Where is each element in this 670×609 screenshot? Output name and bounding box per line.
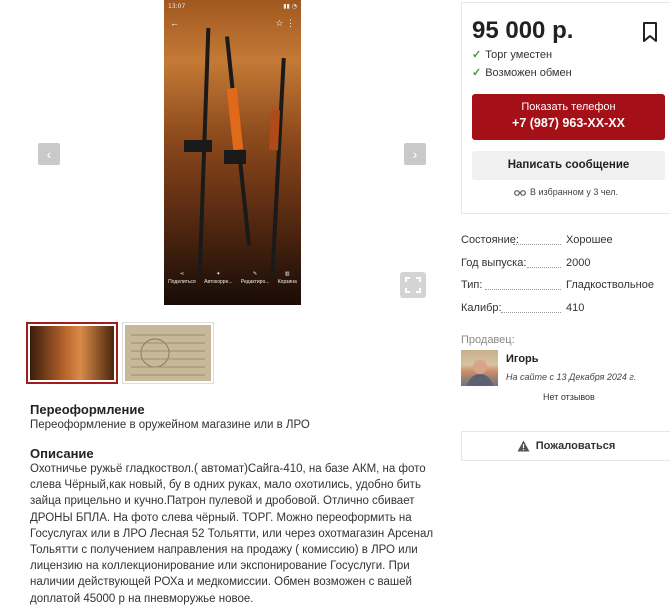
reregistration-title: Переоформление xyxy=(30,402,145,417)
perk-label: Возможен обмен xyxy=(485,66,572,79)
phone-status-bar: 13:07 ▮▮ ◔ xyxy=(168,3,297,13)
description-text: Охотничье ружьё гладкоствол.( автомат)Са… xyxy=(30,461,440,607)
param-dots xyxy=(485,289,561,290)
main-photo[interactable]: 13:07 ▮▮ ◔ ← ☆ ⋮ ⋖ Поделиться ✦ Автокорре.… xyxy=(164,0,301,305)
description-line: слева Чёрный,как новый, бу в одних руках… xyxy=(30,479,421,492)
next-photo-button[interactable]: › xyxy=(404,143,426,165)
show-phone-button[interactable]: Показать телефон +7 (987) 963-XX-XX xyxy=(472,94,665,140)
phone-number: +7 (987) 963-XX-XX xyxy=(512,116,625,130)
description-line: ДРОНЫ БПЛА. На фото слева чёрный. ТОРГ. … xyxy=(30,511,412,524)
rifle-shape xyxy=(270,58,286,278)
param-value: 410 xyxy=(566,302,585,314)
description-line: Тольятти с получением направления на про… xyxy=(30,544,418,557)
phone-action: ✎ Редактиро... xyxy=(241,271,270,291)
trash-icon: ▥ xyxy=(284,271,290,277)
thumbnail-2[interactable] xyxy=(122,322,214,384)
description-line: зайца прицельно и кучно.Патрон пулевой и… xyxy=(30,495,415,508)
prev-photo-button[interactable]: ‹ xyxy=(38,143,60,165)
rifle-shape xyxy=(224,150,246,164)
param-value: 2000 xyxy=(566,257,591,269)
param-dots xyxy=(527,267,561,268)
expand-icon xyxy=(405,277,421,293)
phone-action-label: Автокорре... xyxy=(204,279,233,285)
rifle-shape xyxy=(197,28,211,278)
seller-label: Продавец: xyxy=(461,334,515,346)
description-line: Охотничье ружьё гладкоствол.( автомат)Са… xyxy=(30,463,426,475)
edit-icon: ✎ xyxy=(253,271,258,277)
show-phone-label: Показать телефон xyxy=(521,101,616,113)
phone-status-icons: ▮▮ ◔ xyxy=(283,3,297,10)
rifle-stock-shape xyxy=(226,87,244,151)
phone-action-label: Поделиться xyxy=(168,279,196,285)
description-line: лицензию на коллекционирование или экспо… xyxy=(30,560,410,573)
perk-exchange: ✓ Возможен обмен xyxy=(472,66,572,80)
favorites-count: В избранном у 3 чел. xyxy=(529,187,618,197)
write-message-button[interactable]: Написать сообщение xyxy=(472,151,665,180)
star-icon: ☆ ⋮ xyxy=(275,18,295,28)
param-key: Тип: xyxy=(461,279,483,291)
phone-action: ⋖ Поделиться xyxy=(168,271,196,291)
chevron-left-icon: ‹ xyxy=(46,146,52,162)
thumbnail-1[interactable] xyxy=(26,322,118,384)
param-dots xyxy=(513,244,561,245)
param-key: Состояние: xyxy=(461,234,519,246)
thumbnail-image xyxy=(30,326,114,380)
fullscreen-button[interactable] xyxy=(400,272,426,298)
document-photo xyxy=(131,334,205,376)
description-line: доплатой 45000 р на пневморужье новое. xyxy=(30,592,254,605)
seller-since: На сайте с 13 Декабря 2024 г. xyxy=(506,372,637,382)
chevron-right-icon: › xyxy=(412,146,418,162)
check-icon: ✓ xyxy=(472,67,482,79)
glasses-icon xyxy=(514,190,526,196)
perk-negotiable: ✓ Торг уместен xyxy=(472,48,553,62)
param-dots xyxy=(501,312,561,313)
param-key: Калибр: xyxy=(461,302,502,314)
reregistration-text: Переоформление в оружейном магазине или … xyxy=(30,419,310,431)
phone-action-bar: ⋖ Поделиться ✦ Автокорре... ✎ Редактиро... … xyxy=(164,271,301,291)
description-line: наличии действующей РОХа и медкомиссии. … xyxy=(30,576,412,589)
auto-correct-icon: ✦ xyxy=(216,271,221,277)
phone-action: ▥ Корзина xyxy=(278,271,297,291)
thumbnail-image xyxy=(125,325,211,381)
thumbnail-strip xyxy=(26,322,214,384)
param-value: Хорошее xyxy=(566,234,613,246)
phone-top-bar: ← ☆ ⋮ xyxy=(170,18,295,30)
param-value: Гладкоствольное xyxy=(566,279,654,291)
bookmark-icon[interactable] xyxy=(642,21,658,43)
seller-reviews[interactable]: Нет отзывов xyxy=(543,392,595,402)
perk-label: Торг уместен xyxy=(485,48,553,61)
check-icon: ✓ xyxy=(472,49,482,61)
photo-gallery: 13:07 ▮▮ ◔ ← ☆ ⋮ ⋖ Поделиться ✦ Автокорре.… xyxy=(26,0,440,305)
phone-action-label: Редактиро... xyxy=(240,279,270,285)
price: 95 000 р. xyxy=(472,17,574,44)
report-label: Пожаловаться xyxy=(535,440,616,452)
rifle-shape xyxy=(184,140,212,152)
description-title: Описание xyxy=(30,446,94,461)
phone-action-label: Корзина xyxy=(277,279,297,285)
back-arrow-icon: ← xyxy=(170,18,179,28)
phone-status-time: 13:07 xyxy=(168,3,186,10)
favorites-note: В избранном у 3 чел. xyxy=(462,187,670,197)
seller-name[interactable]: Игорь xyxy=(506,353,539,365)
description-line: Госуслугах или в ЛРО Лесная 52 Тольятти,… xyxy=(30,527,434,540)
price-card: 95 000 р. ✓ Торг уместен ✓ Возможен обме… xyxy=(461,2,670,214)
warning-icon xyxy=(517,440,530,452)
report-button[interactable]: Пожаловаться xyxy=(461,431,670,461)
phone-action: ✦ Автокорре... xyxy=(204,271,232,291)
param-key: Год выпуска: xyxy=(461,257,527,269)
share-icon: ⋖ xyxy=(179,271,185,277)
seller-avatar[interactable] xyxy=(461,350,498,386)
avatar-image xyxy=(467,360,493,386)
